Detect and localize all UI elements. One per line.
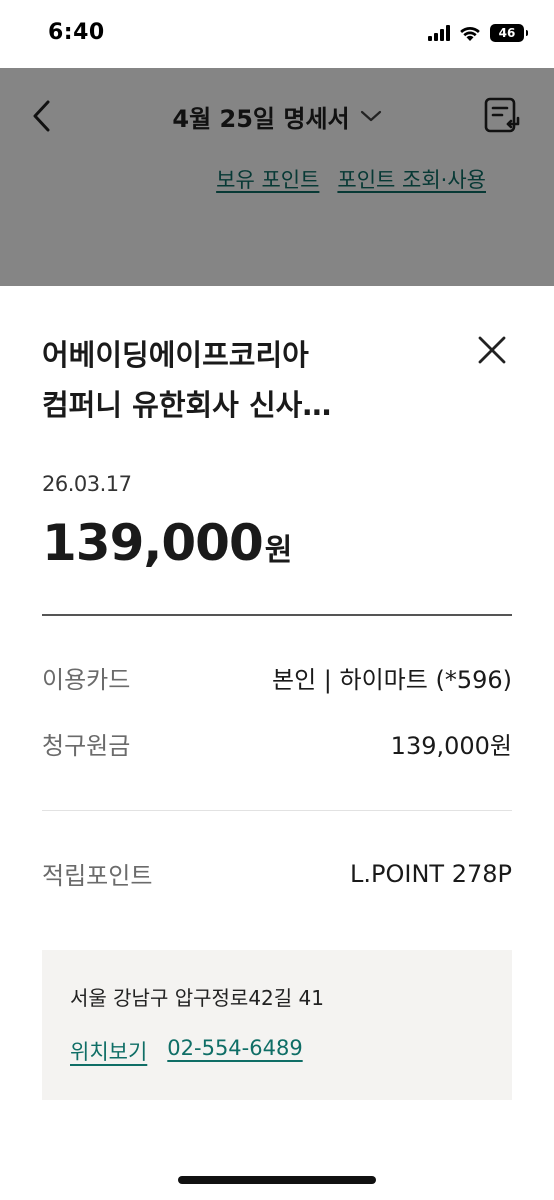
wifi-icon: [460, 26, 480, 41]
transaction-detail-sheet: 어베이딩에이프코리아 컴퍼니 유한회사 신사… 26.03.17 139,000…: [0, 286, 554, 1200]
transaction-date: 26.03.17: [42, 472, 132, 496]
merchant-name-line2: 컴퍼니 유한회사 신사…: [42, 388, 332, 422]
battery-icon: 46: [490, 24, 528, 42]
principal-value: 139,000원: [390, 732, 512, 760]
merchant-links: 위치보기 02-554-6489: [70, 1036, 303, 1066]
amount-divider: [42, 614, 512, 616]
home-indicator: [178, 1176, 376, 1184]
points-row: 적립포인트 L.POINT 278P: [42, 856, 512, 891]
points-value: L.POINT 278P: [350, 859, 512, 888]
amount-value: 139,000: [42, 514, 264, 572]
amount-unit: 원: [264, 533, 293, 568]
points-label: 적립포인트: [42, 862, 153, 890]
card-value: 본인 | 하이마트 (*596): [272, 666, 512, 694]
phone-link[interactable]: 02-554-6489: [167, 1036, 302, 1066]
principal-row: 청구원금 139,000원: [42, 726, 512, 761]
merchant-name-line1: 어베이딩에이프코리아: [42, 338, 309, 372]
battery-level: 46: [498, 26, 516, 40]
section-divider: [42, 810, 512, 811]
card-row: 이용카드 본인 | 하이마트 (*596): [42, 660, 512, 695]
view-location-link[interactable]: 위치보기: [70, 1036, 147, 1066]
cellular-signal-icon: [428, 25, 450, 41]
merchant-name: 어베이딩에이프코리아 컴퍼니 유한회사 신사…: [42, 330, 442, 430]
status-icons: 46: [428, 24, 528, 42]
status-bar: 6:40 46: [0, 0, 554, 68]
status-time: 6:40: [48, 20, 105, 45]
card-label: 이용카드: [42, 666, 131, 694]
merchant-info-box: 서울 강남구 압구정로42길 41 위치보기 02-554-6489: [42, 950, 512, 1100]
close-icon[interactable]: [472, 330, 512, 370]
dim-overlay[interactable]: [0, 68, 554, 286]
principal-label: 청구원금: [42, 732, 131, 760]
merchant-address: 서울 강남구 압구정로42길 41: [70, 986, 324, 1010]
transaction-amount: 139,000 원: [42, 514, 292, 572]
